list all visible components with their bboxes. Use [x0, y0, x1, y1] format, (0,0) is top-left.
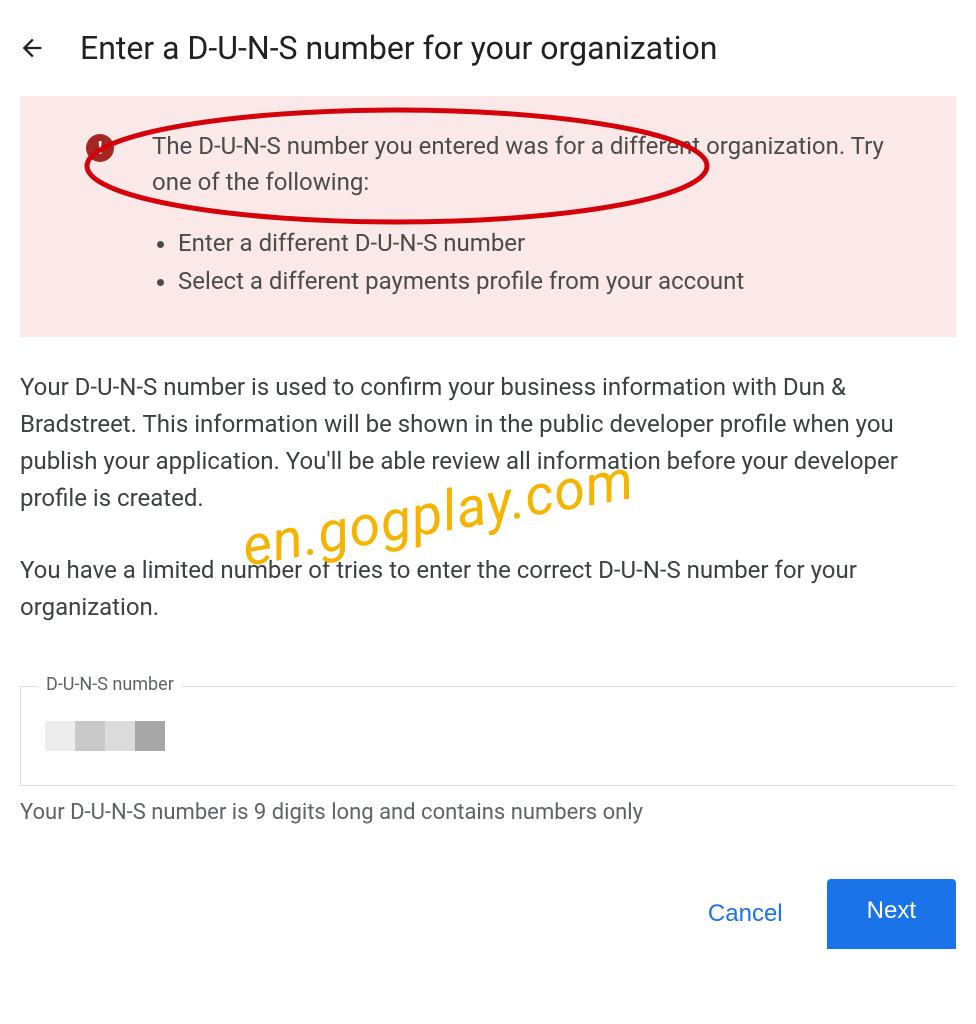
page-title: Enter a D-U-N-S number for your organiza…: [80, 29, 717, 67]
error-alert: ! The D-U-N-S number you entered was for…: [20, 96, 956, 337]
next-button[interactable]: Next: [827, 879, 956, 949]
duns-field: D-U-N-S number: [20, 686, 956, 786]
cancel-button[interactable]: Cancel: [700, 888, 791, 940]
redacted-value: [45, 705, 932, 767]
alert-option: Enter a different D-U-N-S number: [178, 224, 920, 262]
error-icon: !: [86, 134, 114, 162]
alert-options-list: Enter a different D-U-N-S number Select …: [152, 224, 920, 301]
arrow-left-icon: [18, 34, 46, 62]
duns-field-label: D-U-N-S number: [38, 674, 182, 695]
duns-helper-text: Your D-U-N-S number is 9 digits long and…: [20, 800, 956, 825]
description-text-1: Your D-U-N-S number is used to confirm y…: [20, 369, 956, 518]
alert-message: The D-U-N-S number you entered was for a…: [152, 128, 920, 200]
back-button[interactable]: [12, 28, 52, 68]
alert-option: Select a different payments profile from…: [178, 262, 920, 300]
duns-input[interactable]: [20, 686, 956, 786]
description-text-2: You have a limited number of tries to en…: [20, 552, 956, 626]
